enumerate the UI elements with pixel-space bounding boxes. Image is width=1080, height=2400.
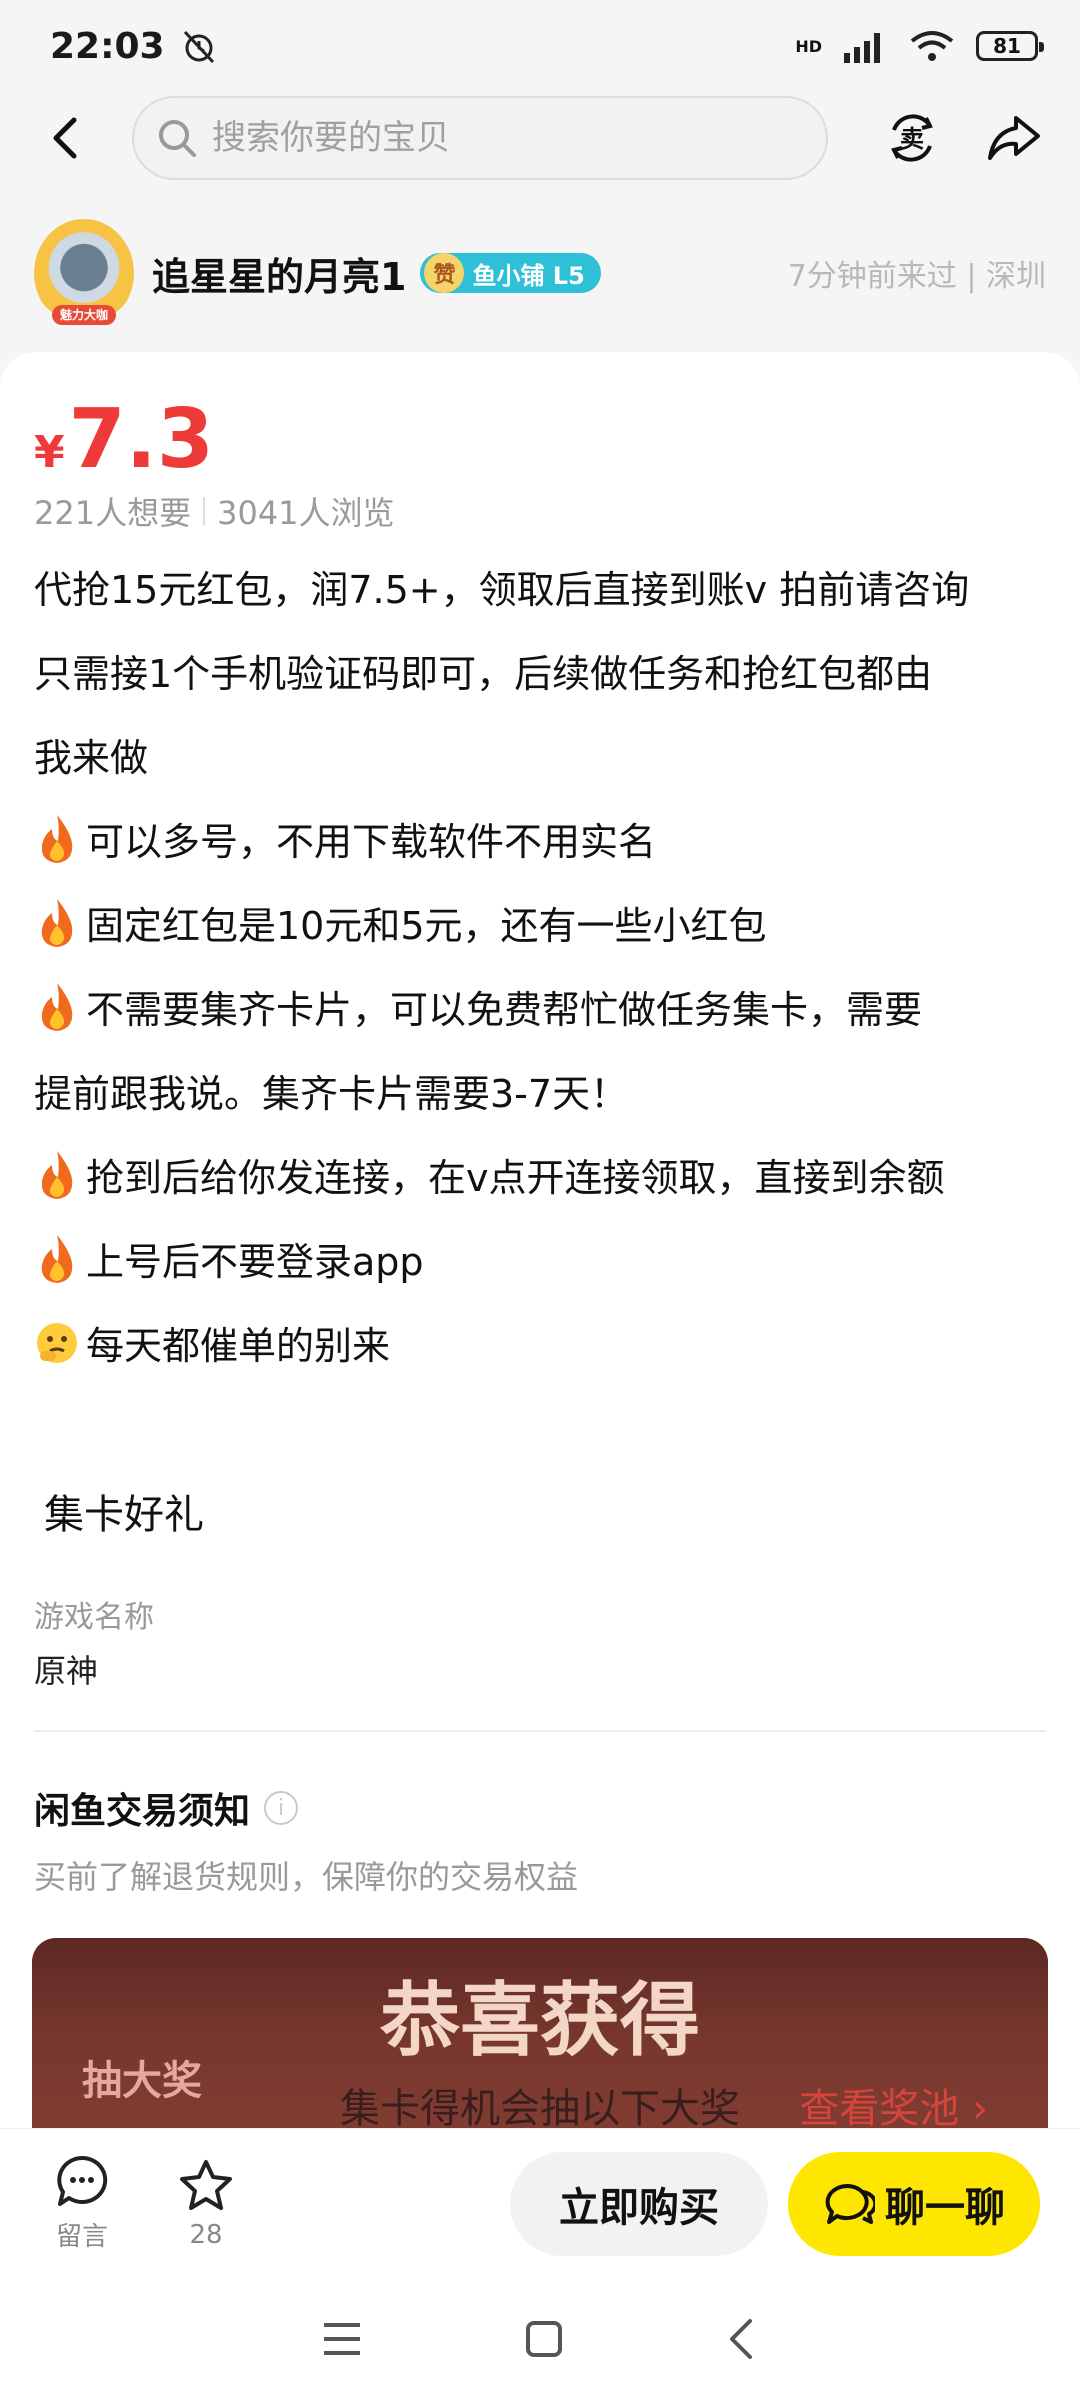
bullet-line: 可以多号，不用下载软件不用实名 <box>34 800 1044 884</box>
star-icon <box>180 2159 232 2210</box>
game-name-value: 原神 <box>34 1652 99 1690</box>
fire-icon <box>41 815 73 863</box>
buy-now-button[interactable]: 立即购买 <box>510 2151 768 2256</box>
wifi-icon <box>910 31 954 61</box>
sell-button[interactable]: 卖 <box>880 106 944 170</box>
search-icon <box>159 120 196 157</box>
comment-icon <box>57 2155 108 2206</box>
chat-icon <box>825 2183 875 2224</box>
sell-icon: 卖 <box>891 114 933 162</box>
thinking-face-icon <box>37 1323 77 1363</box>
bottom-action-bar: 留言 28 立即购买 聊一聊 <box>0 2128 1080 2278</box>
bullet-line: 上号后不要登录app <box>34 1220 1044 1304</box>
alarm-off-icon <box>183 30 214 64</box>
fire-icon <box>41 983 73 1031</box>
fire-icon <box>41 899 73 947</box>
trade-notice-title[interactable]: 闲鱼交易须知 i <box>34 1782 299 1834</box>
system-navigation-bar <box>0 2278 1080 2400</box>
seller-level-badge: 赞 鱼小铺 L5 <box>420 253 601 293</box>
favorite-count: 28 <box>189 2219 223 2250</box>
level-text: 鱼小铺 L5 <box>472 261 585 290</box>
desc-line: 只需接1个手机验证码即可，后续做任务和抢红包都由 <box>34 652 933 696</box>
bullet-line: 不需要集齐卡片，可以免费帮忙做任务集卡，需要 <box>34 968 1044 1052</box>
share-button[interactable] <box>982 106 1046 170</box>
search-input[interactable] <box>212 118 792 158</box>
menu-icon[interactable] <box>320 2319 364 2359</box>
game-name-label: 游戏名称 <box>34 1600 154 1635</box>
item-detail-card: ¥ 7.3 221人想要 3041人浏览 代抢15元红包，润7.5+，领取后直接… <box>0 352 1080 2188</box>
chat-button[interactable]: 聊一聊 <box>788 2151 1040 2256</box>
desc-line: 我来做 <box>34 736 149 780</box>
fire-icon <box>41 1235 73 1283</box>
comment-label: 留言 <box>55 2222 108 2252</box>
avatar-badge: 魅力大咖 <box>52 305 116 325</box>
signal-icon <box>844 33 880 63</box>
home-icon[interactable] <box>524 2319 564 2359</box>
share-icon <box>988 116 1040 160</box>
top-nav: 卖 <box>0 92 1080 184</box>
views-count: 3041人浏览 <box>217 494 395 532</box>
item-price: ¥ 7.3 <box>34 392 214 487</box>
bullet-line: 固定红包是10元和5元，还有一些小红包 <box>34 884 1044 968</box>
section-title: 集卡好礼 <box>44 1492 204 1538</box>
status-bar: 22:03 HD 81 <box>0 0 1080 92</box>
seller-name[interactable]: 追星星的月亮1 <box>152 246 406 301</box>
network-label: HD <box>795 36 822 56</box>
svg-text:卖: 卖 <box>900 125 924 153</box>
seller-last-seen: 7分钟前来过 | 深圳 <box>787 259 1046 294</box>
zan-icon: 赞 <box>424 253 465 293</box>
favorite-button[interactable]: 28 <box>164 2158 248 2250</box>
fire-icon <box>41 1151 73 1199</box>
seller-avatar[interactable]: 魅力大咖 <box>34 219 134 327</box>
item-stats: 221人想要 3041人浏览 <box>34 488 395 534</box>
back-icon <box>53 117 77 159</box>
trade-notice-subtitle: 买前了解退货规则，保障你的交易权益 <box>34 1858 579 1896</box>
bullet-line: 抢到后给你发连接，在v点开连接领取，直接到余额 <box>34 1136 1044 1220</box>
battery-icon: 81 <box>976 31 1044 61</box>
seller-info[interactable]: 魅力大咖 追星星的月亮1 赞 鱼小铺 L5 7分钟前来过 | 深圳 <box>0 214 1080 332</box>
view-prize-pool-link[interactable]: 查看奖池 › <box>799 2076 988 2134</box>
back-button[interactable] <box>34 106 98 170</box>
comment-button[interactable]: 留言 <box>40 2154 124 2253</box>
info-icon[interactable]: i <box>264 1791 299 1825</box>
bullet-line: 每天都催单的别来 <box>34 1304 1044 1388</box>
divider <box>34 1730 1046 1732</box>
search-bar[interactable] <box>132 96 828 180</box>
item-description: 代抢15元红包，润7.5+，领取后直接到账v 拍前请咨询 只需接1个手机验证码即… <box>34 548 1044 1388</box>
system-back-icon[interactable] <box>724 2317 760 2361</box>
desc-line: 代抢15元红包，润7.5+，领取后直接到账v 拍前请咨询 <box>34 568 970 612</box>
status-time: 22:03 <box>50 25 165 67</box>
wants-count: 221人想要 <box>34 494 192 532</box>
bullet-line: 提前跟我说。集齐卡片需要3-7天！ <box>34 1072 629 1116</box>
